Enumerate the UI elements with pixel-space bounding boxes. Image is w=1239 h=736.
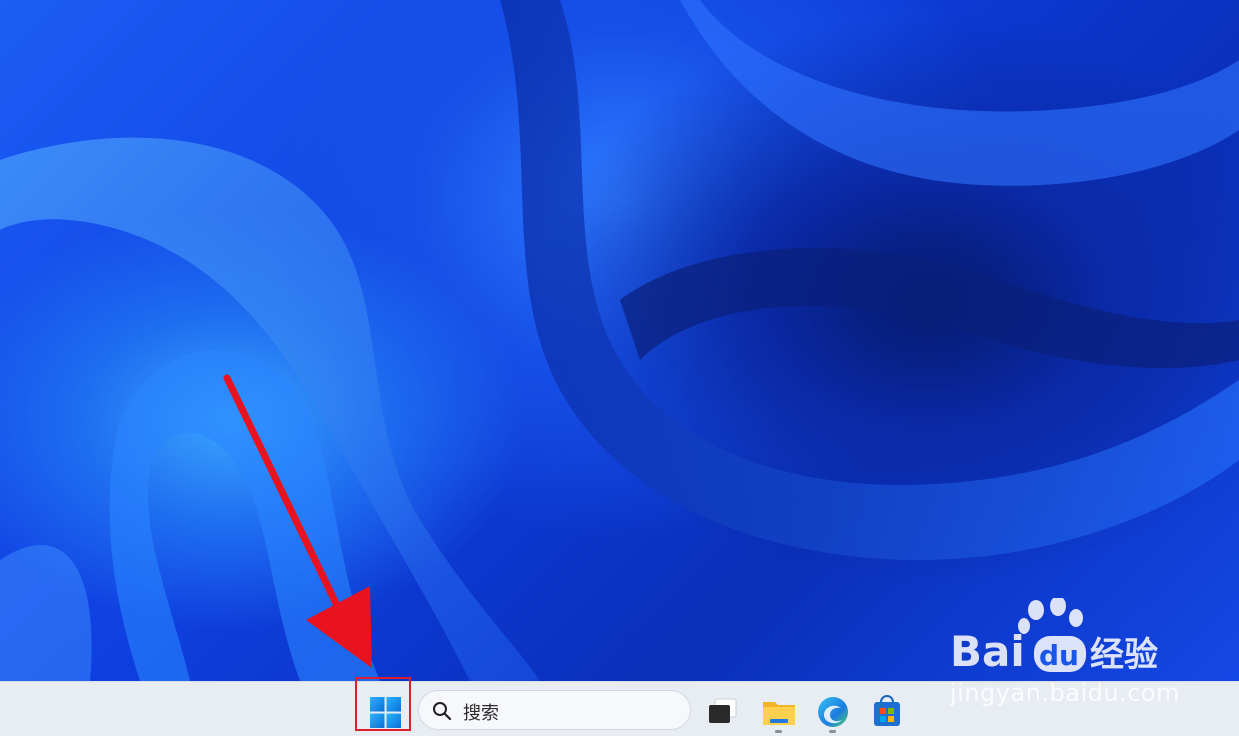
watermark-url: jingyan.baidu.com (950, 679, 1180, 707)
svg-text:经验: 经验 (1090, 635, 1158, 675)
search-placeholder: 搜索 (463, 703, 499, 724)
folder-icon[interactable] (760, 693, 798, 731)
windows-logo-icon[interactable] (370, 697, 401, 728)
search-icon (433, 702, 452, 721)
taskbar-search-box[interactable] (418, 690, 691, 730)
svg-text:du: du (1039, 639, 1079, 672)
edge-icon[interactable] (814, 693, 852, 731)
edge-running-indicator (829, 730, 836, 733)
wallpaper-bloom-graphic (0, 0, 1239, 681)
store-icon[interactable] (868, 693, 906, 731)
desktop-wallpaper (0, 0, 1239, 681)
svg-text:Bai: Bai (950, 627, 1025, 676)
task-view-icon[interactable] (704, 693, 742, 731)
explorer-running-indicator (775, 730, 782, 733)
